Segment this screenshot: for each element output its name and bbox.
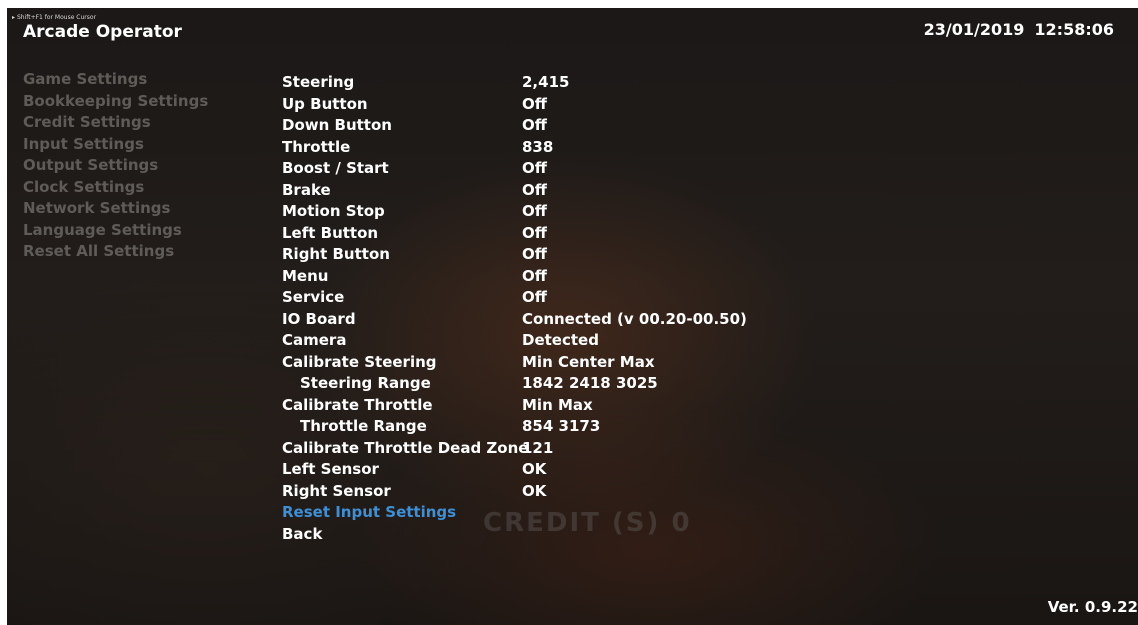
row-label: Left Button	[282, 223, 379, 242]
row-value: Off	[522, 94, 547, 113]
hint-text: Shift+F1 for Mouse Cursor	[16, 14, 97, 21]
row-steering: Steering 2,415	[282, 72, 569, 94]
clock-time: 12:58:06	[1034, 20, 1114, 39]
menu-item-credit-settings[interactable]: Credit Settings	[23, 112, 208, 134]
row-value: OK	[522, 481, 547, 500]
row-label: Right Sensor	[282, 481, 391, 500]
menu-item-game-settings[interactable]: Game Settings	[23, 69, 208, 91]
row-right-sensor: Right Sensor OK	[282, 481, 546, 503]
row-calibrate-throttle[interactable]: Calibrate Throttle Min Max	[282, 395, 593, 417]
row-label: Down Button	[282, 116, 392, 134]
row-boost-start: Boost / Start Off	[282, 158, 547, 180]
menu-item-network-settings[interactable]: Network Settings	[23, 198, 208, 220]
menu-item-input-settings[interactable]: Input Settings	[23, 134, 208, 156]
row-value: 854 3173	[522, 417, 601, 435]
row-value: Off	[522, 266, 547, 285]
row-label: Calibrate Throttle	[282, 395, 433, 414]
row-throttle-range: Throttle Range 854 3173	[282, 416, 600, 438]
row-value: 1842 2418 3025	[522, 374, 658, 392]
row-label: Throttle Range	[300, 417, 427, 435]
play-icon: ▸	[12, 14, 16, 21]
row-value: Off	[522, 202, 547, 220]
row-label: Throttle	[282, 137, 351, 156]
mouse-cursor-hint: ▸ Shift+F1 for Mouse Cursor	[12, 14, 96, 21]
back-button[interactable]: Back	[282, 524, 522, 546]
app-title: Arcade Operator	[23, 22, 182, 42]
row-value: Off	[522, 245, 547, 263]
row-throttle: Throttle 838	[282, 137, 553, 159]
clock: 23/01/2019 12:58:06	[924, 20, 1114, 39]
row-label: Right Button	[282, 245, 390, 263]
row-camera: Camera Detected	[282, 330, 599, 352]
row-up-button: Up Button Off	[282, 94, 547, 116]
clock-date: 23/01/2019	[923, 20, 1025, 39]
row-label: Up Button	[282, 94, 368, 113]
row-right-button: Right Button Off	[282, 244, 547, 266]
row-value: 838	[522, 137, 554, 156]
row-label: Camera	[282, 331, 347, 349]
row-value: Off	[522, 180, 547, 199]
row-value: Off	[522, 159, 547, 177]
row-label: Left Sensor	[282, 460, 379, 478]
menu-item-language-settings[interactable]: Language Settings	[23, 220, 208, 242]
row-label: Menu	[282, 266, 329, 285]
row-value: Detected	[522, 331, 599, 349]
reset-input-settings-button[interactable]: Reset Input Settings	[282, 502, 522, 524]
row-steering-range: Steering Range 1842 2418 3025	[282, 373, 658, 395]
row-left-sensor: Left Sensor OK	[282, 459, 546, 481]
row-value: 2,415	[522, 73, 570, 91]
input-settings-panel: Steering 2,415 Up Button Off Down Button Of…	[282, 72, 747, 546]
row-label: Steering	[282, 73, 355, 91]
row-label: Service	[282, 288, 345, 306]
row-motion-stop: Motion Stop Off	[282, 201, 547, 223]
row-value: Off	[522, 116, 547, 134]
row-io-board: IO Board Connected (v 00.20-00.50)	[282, 309, 747, 331]
operator-screen: ▸ Shift+F1 for Mouse Cursor Arcade Opera…	[7, 8, 1138, 625]
row-label: Motion Stop	[282, 202, 385, 220]
row-label: Boost / Start	[282, 159, 389, 177]
row-value: Min Max	[522, 395, 593, 414]
row-calibrate-steering[interactable]: Calibrate Steering Min Center Max	[282, 352, 655, 374]
row-down-button: Down Button Off	[282, 115, 547, 137]
menu-item-reset-all-settings[interactable]: Reset All Settings	[23, 241, 208, 263]
row-left-button: Left Button Off	[282, 223, 547, 245]
menu-item-clock-settings[interactable]: Clock Settings	[23, 177, 208, 199]
row-calibrate-throttle-dead-zone[interactable]: Calibrate Throttle Dead Zone 121	[282, 438, 553, 460]
row-menu: Menu Off	[282, 266, 547, 288]
row-value: 121	[522, 438, 554, 457]
row-value: OK	[522, 460, 547, 478]
row-value: Connected (v 00.20-00.50)	[522, 309, 747, 328]
version-label: Ver. 0.9.22	[1047, 598, 1138, 616]
menu-item-bookkeeping-settings[interactable]: Bookkeeping Settings	[23, 91, 208, 113]
menu-item-output-settings[interactable]: Output Settings	[23, 155, 208, 177]
row-value: Off	[522, 223, 547, 242]
row-value: Off	[522, 288, 547, 306]
row-label: Steering Range	[300, 374, 431, 392]
row-label: IO Board	[282, 309, 356, 328]
row-label: Brake	[282, 180, 331, 199]
row-service: Service Off	[282, 287, 547, 309]
settings-menu: Game Settings Bookkeeping Settings Credi…	[23, 69, 208, 263]
row-value: Min Center Max	[522, 352, 655, 371]
row-label: Calibrate Throttle Dead Zone	[282, 438, 529, 457]
row-label: Calibrate Steering	[282, 352, 437, 371]
row-brake: Brake Off	[282, 180, 547, 202]
